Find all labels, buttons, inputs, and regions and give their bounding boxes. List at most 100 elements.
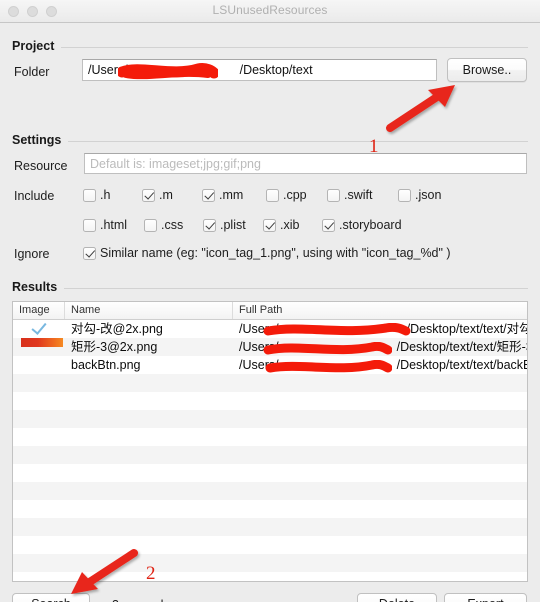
results-section-title: Results xyxy=(12,280,58,294)
row-path-prefix: /Users/ xyxy=(239,340,279,354)
gradient-bar-thumbnail-icon xyxy=(21,338,63,347)
window-titlebar: LSUnusedResources xyxy=(0,0,540,23)
settings-section-title: Settings xyxy=(12,133,62,147)
checkbox-box xyxy=(327,188,340,202)
results-table[interactable]: Image Name Full Path 对勾-改@2x.png /Users/… xyxy=(12,301,528,582)
project-section-header: Project xyxy=(12,39,528,53)
include-checkbox-css[interactable]: .css xyxy=(144,218,183,232)
annotation-arrow-1 xyxy=(386,85,455,132)
table-row[interactable]: 矩形-3@2x.png /Users/ /Desktop/text/text/矩形… xyxy=(13,338,527,356)
include-checkbox-storyboard[interactable]: .storyboard xyxy=(322,218,402,232)
table-empty-row xyxy=(13,374,527,392)
project-section-title: Project xyxy=(12,39,55,53)
table-empty-row xyxy=(13,572,527,581)
settings-section-header: Settings xyxy=(12,133,528,147)
include-checkbox-label: .mm xyxy=(219,188,244,202)
row-path-prefix: /Users/ xyxy=(239,322,279,336)
annotation-number-2: 2 xyxy=(146,563,156,584)
results-table-body: 对勾-改@2x.png /Users/ /Desktop/text/text/对勾… xyxy=(13,320,527,581)
row-full-path: /Users/ /Desktop/text/text/对勾-改@2 xyxy=(233,320,527,338)
row-path-suffix: /Desktop/text/text/对勾-改@2 xyxy=(406,322,527,336)
row-name: 矩形-3@2x.png xyxy=(71,340,158,354)
include-checkbox-xib[interactable]: .xib xyxy=(263,218,299,232)
include-checkbox-label: .m xyxy=(159,188,173,202)
checkmark-thumbnail-icon xyxy=(30,320,50,334)
row-name: backBtn.png xyxy=(71,358,141,372)
ignore-checkbox-label: Similar name (eg: "icon_tag_1.png", usin… xyxy=(100,246,451,260)
include-checkbox-label: .css xyxy=(161,218,184,232)
project-section-rule xyxy=(61,46,528,48)
include-checkbox-label: .swift xyxy=(344,188,373,202)
checkbox-box xyxy=(266,188,279,202)
checkbox-box xyxy=(202,188,215,202)
table-empty-row xyxy=(13,464,527,482)
column-header-name[interactable]: Name xyxy=(65,302,233,319)
status-text: 3 unsued resources. xyxy=(112,598,225,602)
include-checkbox-h[interactable]: .h xyxy=(83,188,110,202)
row-full-path: /Users/ /Desktop/text/text/矩形-3@2 xyxy=(233,338,527,356)
table-empty-row xyxy=(13,554,527,572)
include-checkbox-label: .xib xyxy=(280,218,300,232)
table-row[interactable]: 对勾-改@2x.png /Users/ /Desktop/text/text/对勾… xyxy=(13,320,527,338)
table-empty-row xyxy=(13,536,527,554)
include-checkbox-mm[interactable]: .mm xyxy=(202,188,243,202)
table-empty-row xyxy=(13,446,527,464)
column-header-image[interactable]: Image xyxy=(13,302,65,319)
include-checkbox-label: .h xyxy=(100,188,111,202)
checkbox-box xyxy=(144,218,157,232)
folder-path-prefix: /Users/ xyxy=(88,63,128,77)
export-button[interactable]: Export xyxy=(444,593,527,602)
table-empty-row xyxy=(13,482,527,500)
table-row[interactable]: backBtn.png /Users/ /Desktop/text/text/ba… xyxy=(13,356,527,374)
browse-button[interactable]: Browse.. xyxy=(447,58,527,82)
ignore-similar-name-checkbox[interactable]: Similar name (eg: "icon_tag_1.png", usin… xyxy=(83,246,451,260)
checkbox-box xyxy=(83,218,96,232)
ignore-label: Ignore xyxy=(14,247,50,261)
include-checkbox-label: .cpp xyxy=(283,188,307,202)
row-thumbnail-cell xyxy=(13,356,65,374)
include-checkbox-label: .plist xyxy=(220,218,246,232)
checkbox-box xyxy=(83,246,96,260)
column-header-full-path[interactable]: Full Path xyxy=(233,302,527,319)
table-empty-row xyxy=(13,392,527,410)
row-thumbnail-cell xyxy=(13,320,65,338)
resource-label: Resource xyxy=(14,159,68,173)
window-title: LSUnusedResources xyxy=(212,3,328,17)
include-checkbox-json[interactable]: .json xyxy=(398,188,441,202)
settings-section-rule xyxy=(68,140,528,142)
row-thumbnail-cell xyxy=(13,338,65,356)
results-section-header: Results xyxy=(12,280,528,294)
folder-label: Folder xyxy=(14,65,50,79)
include-checkbox-m[interactable]: .m xyxy=(142,188,173,202)
checkbox-box xyxy=(322,218,335,232)
checkbox-box xyxy=(203,218,216,232)
checkbox-box xyxy=(83,188,96,202)
table-empty-row xyxy=(13,428,527,446)
include-checkbox-label: .json xyxy=(415,188,442,202)
row-path-prefix: /Users/ xyxy=(239,358,279,372)
delete-button[interactable]: Delete xyxy=(357,593,437,602)
table-empty-row xyxy=(13,500,527,518)
app-window: LSUnusedResources Project Folder /Users/… xyxy=(0,0,540,602)
include-checkbox-label: .html xyxy=(100,218,128,232)
include-checkbox-label: .storyboard xyxy=(339,218,402,232)
table-empty-row xyxy=(13,410,527,428)
include-checkbox-html[interactable]: .html xyxy=(83,218,127,232)
checkbox-box xyxy=(142,188,155,202)
include-checkbox-swift[interactable]: .swift xyxy=(327,188,372,202)
search-button[interactable]: Search xyxy=(12,593,90,602)
include-label: Include xyxy=(14,189,55,203)
folder-path-suffix: /Desktop/text xyxy=(239,63,313,77)
checkbox-box xyxy=(398,188,411,202)
include-checkbox-plist[interactable]: .plist xyxy=(203,218,246,232)
include-checkbox-cpp[interactable]: .cpp xyxy=(266,188,307,202)
folder-path-field[interactable]: /Users/ /Desktop/text xyxy=(82,59,437,81)
row-full-path: /Users/ /Desktop/text/text/backBtn.p xyxy=(233,356,527,374)
row-path-suffix: /Desktop/text/text/backBtn.p xyxy=(396,358,527,372)
row-name: 对勾-改@2x.png xyxy=(71,322,163,336)
table-empty-row xyxy=(13,518,527,536)
resource-input[interactable] xyxy=(84,153,527,174)
row-path-suffix: /Desktop/text/text/矩形-3@2 xyxy=(396,340,527,354)
annotation-number-1: 1 xyxy=(369,136,379,157)
results-section-rule xyxy=(64,287,528,289)
